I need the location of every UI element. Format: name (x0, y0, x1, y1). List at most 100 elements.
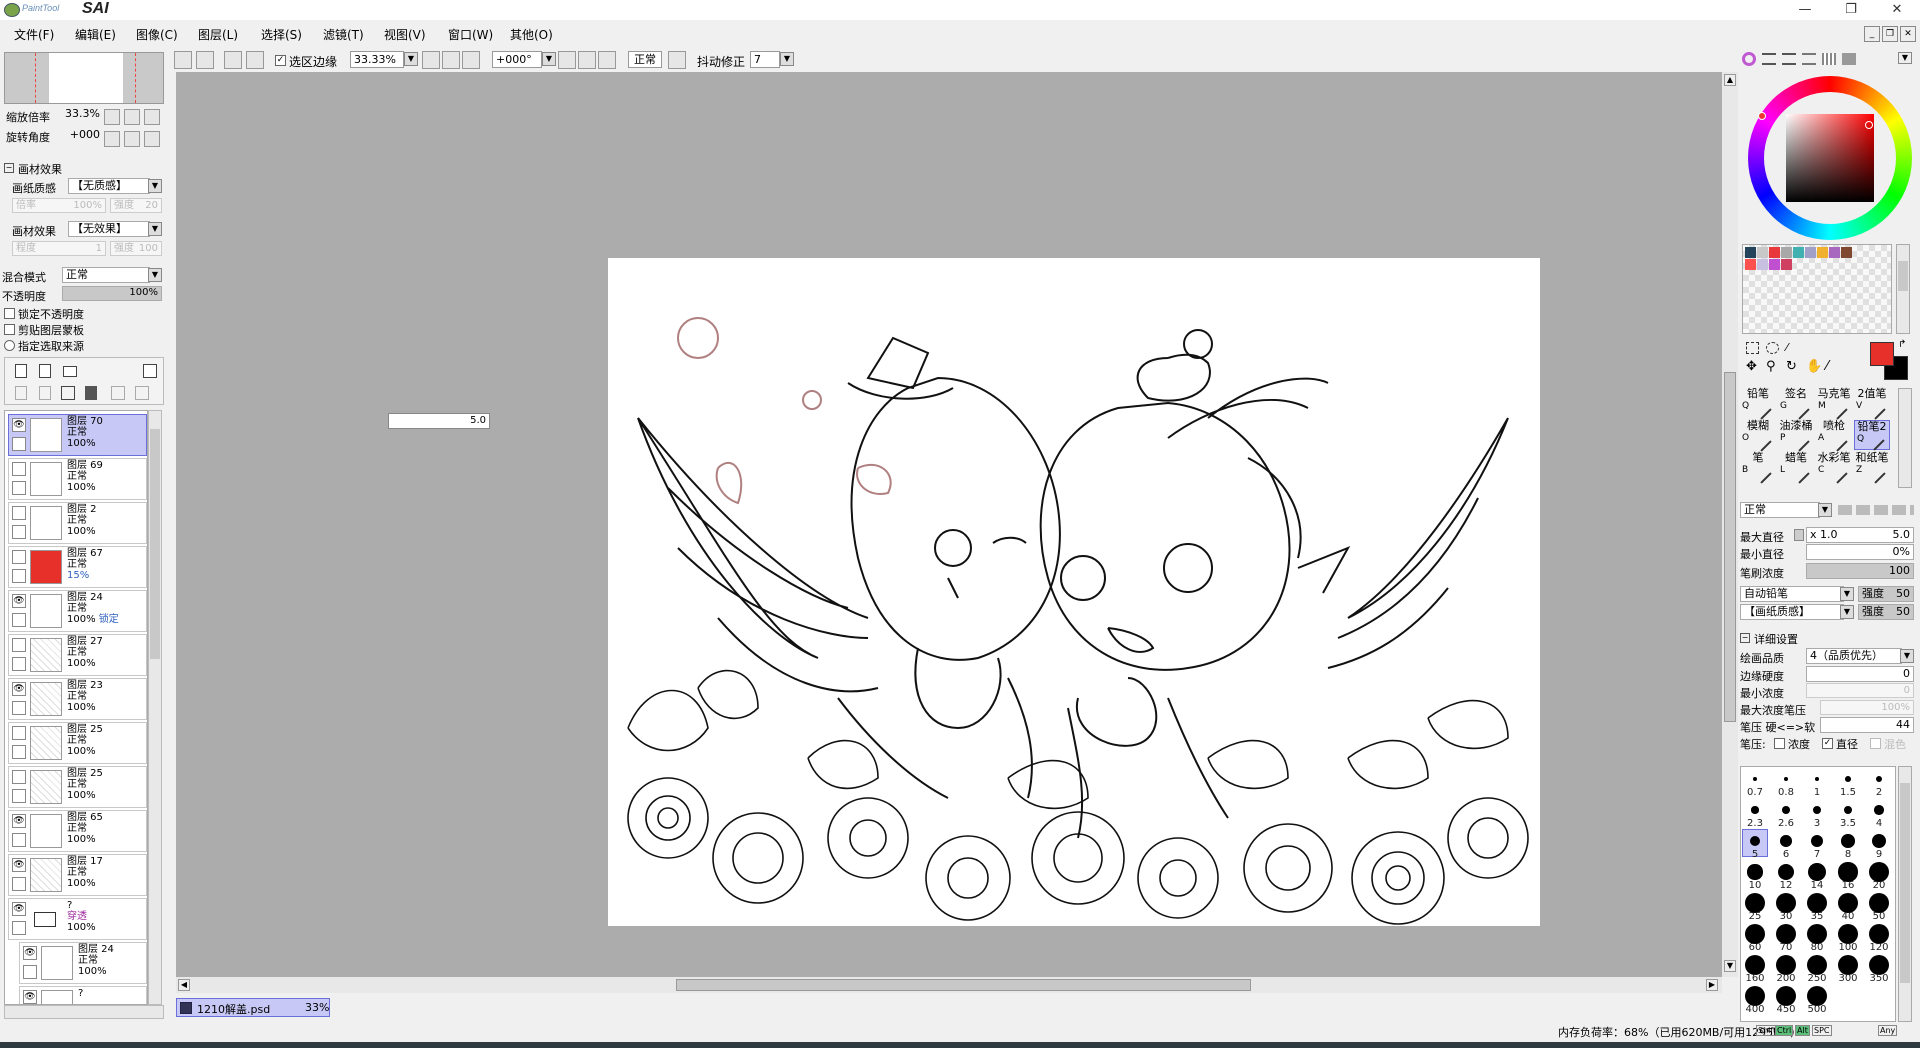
quality-dropdown-icon[interactable]: ▼ (1900, 649, 1914, 663)
selection-edge-checkbox[interactable]: ✓ (275, 55, 286, 66)
brush-size-preset[interactable] (1751, 806, 1759, 814)
min-density-field[interactable]: 0 (1806, 683, 1914, 698)
visibility-toggle[interactable]: 👁 (12, 858, 26, 872)
brush-texture-dropdown-icon[interactable]: ▼ (1840, 605, 1854, 619)
brush-density-field[interactable]: 100 (1806, 563, 1914, 579)
pressure-blend-checkbox[interactable] (1870, 738, 1881, 749)
palette-swatch[interactable] (1781, 259, 1792, 270)
layer-list-hscroll[interactable] (4, 1005, 164, 1019)
brush-size-preset[interactable] (1838, 924, 1858, 944)
blend-mode-dropdown-icon[interactable]: ▼ (148, 268, 162, 282)
lock-opacity-checkbox[interactable] (4, 308, 15, 319)
menu-filter[interactable]: 滤镜(T) (323, 26, 364, 43)
mixer-tab-icon[interactable] (1802, 53, 1816, 65)
nav-zoom-out-button[interactable] (104, 109, 120, 125)
layer-lock-toggle[interactable] (12, 701, 26, 715)
brush-size-preset[interactable] (1871, 833, 1887, 849)
rotate-left-button[interactable] (558, 51, 576, 69)
layer-item[interactable]: 图层 69 正常 100% (8, 458, 147, 500)
brush-tool-button[interactable]: 2值笔 V (1854, 388, 1890, 420)
move-icon[interactable]: ✥ (1746, 360, 1760, 374)
brush-size-preset[interactable] (1747, 864, 1763, 880)
scroll-right-icon[interactable]: ▶ (1706, 979, 1718, 991)
view-mode-field[interactable]: 正常 (628, 51, 662, 68)
min-size-field[interactable]: 0% (1806, 544, 1914, 560)
brush-tool-button[interactable]: 油漆桶 P (1778, 420, 1814, 452)
color-marker[interactable] (1865, 121, 1873, 129)
rotate-icon[interactable]: ↻ (1786, 360, 1800, 374)
visibility-toggle[interactable]: 👁 (12, 814, 26, 828)
brush-tool-button[interactable]: 水彩笔 C (1816, 452, 1852, 484)
brush-tool-button[interactable]: 马克笔 M (1816, 388, 1852, 420)
menu-layer[interactable]: 图层(L) (198, 26, 238, 43)
brush-size-preset[interactable] (1869, 893, 1889, 913)
menu-edit[interactable]: 编辑(E) (75, 26, 116, 43)
visibility-toggle[interactable] (12, 726, 26, 740)
zoom-value[interactable]: 33.3% (58, 107, 100, 122)
visibility-toggle[interactable]: 👁 (12, 594, 26, 608)
nav-zoom-reset-button[interactable] (144, 109, 160, 125)
canvas-horizontal-scrollbar[interactable]: ◀ ▶ (176, 977, 1722, 993)
visibility-toggle[interactable]: 👁 (23, 946, 37, 960)
visibility-toggle[interactable] (12, 550, 26, 564)
brush-texture-strength-field[interactable]: 强度 50 (1858, 604, 1914, 620)
selection-source-radio[interactable] (4, 340, 15, 351)
brush-size-preset[interactable] (1745, 986, 1765, 1006)
panel-collapse-icon[interactable]: ▼ (1898, 52, 1912, 64)
layer-list-scrollbar[interactable] (148, 410, 162, 1005)
brush-size-preset[interactable] (1869, 862, 1889, 882)
visibility-toggle[interactable]: 👁 (12, 682, 26, 696)
layer-lock-toggle[interactable] (12, 657, 26, 671)
paper-texture-select[interactable]: 【无质感】 (68, 178, 150, 194)
palette-swatch[interactable] (1793, 247, 1804, 258)
layer-lock-toggle[interactable] (12, 833, 26, 847)
brush-size-preset[interactable] (1843, 805, 1853, 815)
layer-item[interactable]: 👁 图层 24 正常 100% (19, 942, 147, 984)
brush-tool-button[interactable]: 蜡笔 L (1778, 452, 1814, 484)
brush-size-preset[interactable] (1783, 776, 1789, 782)
clear-layer-icon[interactable] (61, 386, 75, 400)
brush-size-preset[interactable] (1807, 986, 1827, 1006)
redo-button[interactable] (196, 51, 214, 69)
visibility-toggle[interactable]: 👁 (12, 902, 26, 916)
clip-group-checkbox[interactable] (4, 324, 15, 335)
visibility-toggle[interactable]: 👁 (12, 418, 26, 432)
opacity-slider[interactable]: 100% (62, 286, 162, 301)
brush-size-preset[interactable] (1814, 776, 1820, 782)
layer-scroll-thumb[interactable] (150, 429, 160, 659)
merge-visible-icon[interactable] (111, 386, 125, 400)
brush-size-preset[interactable] (1875, 775, 1883, 783)
palette-scroll-thumb[interactable] (1898, 261, 1908, 291)
brush-size-preset[interactable] (1838, 955, 1858, 975)
quality-select[interactable]: 4（品质优先） (1806, 648, 1902, 664)
brush-size-preset[interactable] (1869, 955, 1889, 975)
nav-zoom-in-button[interactable] (124, 109, 140, 125)
minimize-button[interactable]: — (1782, 0, 1828, 20)
layer-lock-toggle[interactable] (12, 745, 26, 759)
palette-swatch[interactable] (1745, 247, 1756, 258)
invert-selection-button[interactable] (246, 51, 264, 69)
palette-swatch[interactable] (1769, 247, 1780, 258)
layer-item[interactable]: 图层 25 正常 100% (8, 766, 147, 808)
layer-lock-toggle[interactable] (12, 877, 26, 891)
brush-size-preset[interactable] (1807, 955, 1827, 975)
menu-view[interactable]: 视图(V) (384, 26, 426, 43)
transfer-down-icon[interactable] (15, 386, 27, 400)
layer-lock-toggle[interactable] (12, 525, 26, 539)
color-palette[interactable] (1742, 244, 1892, 334)
mdi-close-button[interactable]: ✕ (1900, 26, 1916, 42)
document-tab[interactable]: 1210解盖.psd 33% (176, 998, 330, 1017)
hand-icon[interactable]: ✋ (1806, 360, 1822, 374)
material-effect-dropdown-icon[interactable]: ▼ (148, 222, 162, 236)
swatches-tab-icon[interactable] (1822, 53, 1836, 65)
layer-item[interactable]: 👁 图层 24 正常 100% 锁定 (8, 590, 147, 632)
palette-swatch[interactable] (1769, 259, 1780, 270)
brush-size-preset[interactable] (1745, 893, 1765, 913)
layer-item[interactable]: 👁 图层 70 正常 100% (8, 414, 147, 456)
brush-tool-button[interactable]: 喷枪 A (1816, 420, 1852, 452)
brush-grid-scrollbar[interactable] (1898, 388, 1912, 488)
palette-swatch[interactable] (1817, 247, 1828, 258)
max-pressure-field[interactable]: 100% (1820, 700, 1914, 715)
palette-swatch[interactable] (1829, 247, 1840, 258)
zoom-in-button[interactable] (442, 51, 460, 69)
